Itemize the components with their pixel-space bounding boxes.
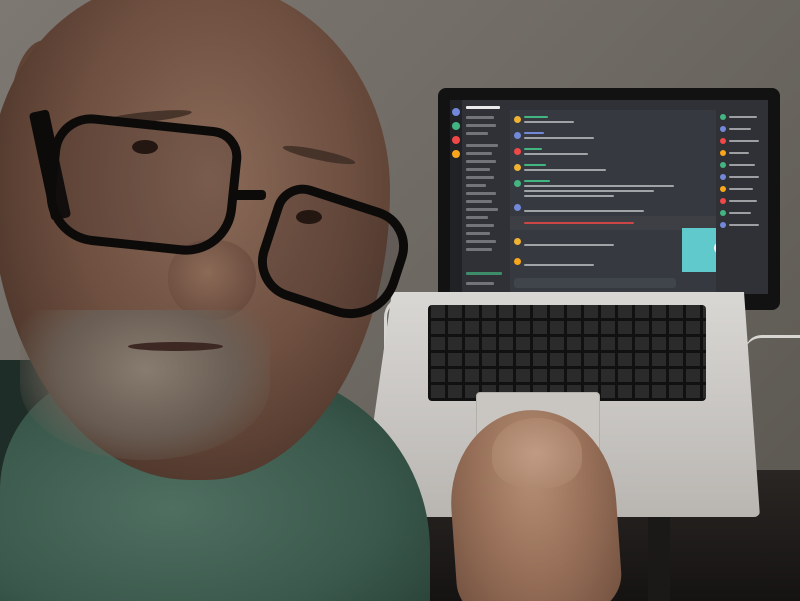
member-name bbox=[729, 200, 757, 202]
message-avatar bbox=[514, 164, 521, 171]
message-text bbox=[524, 190, 654, 192]
member-name bbox=[729, 128, 751, 130]
message-text bbox=[524, 222, 634, 224]
channel-item bbox=[466, 124, 496, 127]
channel-item bbox=[466, 272, 502, 275]
channel-item bbox=[466, 160, 496, 163]
message-text bbox=[524, 195, 614, 197]
message-text bbox=[524, 137, 594, 139]
message-avatar bbox=[514, 132, 521, 139]
message-author bbox=[524, 116, 548, 118]
member-name bbox=[729, 176, 759, 178]
channel-item bbox=[466, 184, 486, 187]
member-name bbox=[729, 212, 751, 214]
channel-item bbox=[466, 200, 492, 203]
grey-beard bbox=[20, 310, 270, 460]
member-avatar bbox=[720, 198, 726, 204]
message-text bbox=[524, 210, 644, 212]
server-icon bbox=[452, 136, 460, 144]
channel-item bbox=[466, 232, 490, 235]
message-text bbox=[524, 244, 614, 246]
member-name bbox=[729, 188, 753, 190]
member-avatar bbox=[720, 174, 726, 180]
power-cable-right bbox=[745, 335, 800, 368]
message-text bbox=[524, 121, 574, 123]
server-icon bbox=[452, 150, 460, 158]
member-avatar bbox=[720, 222, 726, 228]
server-icon bbox=[452, 108, 460, 116]
message-text bbox=[524, 264, 594, 266]
server-sidebar bbox=[450, 100, 462, 294]
message-text bbox=[524, 185, 674, 187]
member-avatar bbox=[720, 186, 726, 192]
member-avatar bbox=[720, 162, 726, 168]
message-author bbox=[524, 148, 542, 150]
member-avatar bbox=[720, 114, 726, 120]
message-avatar bbox=[514, 180, 521, 187]
member-avatar bbox=[720, 150, 726, 156]
server-icon bbox=[452, 122, 460, 130]
channel-item bbox=[466, 208, 498, 211]
laptop-screen bbox=[450, 100, 768, 294]
channel-item bbox=[466, 168, 490, 171]
channel-item bbox=[466, 240, 496, 243]
message-author bbox=[524, 180, 550, 182]
mouth bbox=[128, 342, 223, 351]
selfie-photo bbox=[0, 0, 800, 601]
channel-item bbox=[466, 216, 488, 219]
glasses-bridge bbox=[232, 190, 266, 200]
channel-sidebar bbox=[462, 100, 510, 294]
message-avatar bbox=[514, 238, 521, 245]
message-text bbox=[524, 169, 606, 171]
message-author bbox=[524, 132, 544, 134]
message-avatar bbox=[514, 116, 521, 123]
member-list bbox=[716, 100, 768, 294]
message-avatar bbox=[514, 258, 521, 265]
member-name bbox=[729, 164, 755, 166]
channel-item bbox=[466, 152, 492, 155]
laptop-keyboard bbox=[428, 305, 706, 401]
channel-item bbox=[466, 132, 488, 135]
channel-item bbox=[466, 176, 494, 179]
member-avatar bbox=[720, 210, 726, 216]
member-name bbox=[729, 116, 757, 118]
message-input bbox=[514, 278, 676, 288]
member-name bbox=[729, 224, 759, 226]
glasses-left-lens bbox=[41, 110, 245, 260]
thumbnail-highlight bbox=[492, 418, 582, 488]
message-avatar bbox=[514, 148, 521, 155]
chat-header bbox=[510, 100, 716, 110]
message-text bbox=[524, 153, 588, 155]
member-name bbox=[729, 152, 749, 154]
member-avatar bbox=[720, 126, 726, 132]
channel-item bbox=[466, 224, 494, 227]
channel-item bbox=[466, 106, 500, 109]
member-avatar bbox=[720, 138, 726, 144]
member-name bbox=[729, 140, 759, 142]
channel-item bbox=[466, 144, 498, 147]
channel-item bbox=[466, 192, 496, 195]
channel-item bbox=[466, 116, 494, 119]
message-avatar bbox=[514, 204, 521, 211]
channel-item bbox=[466, 248, 492, 251]
channel-item bbox=[466, 282, 494, 285]
chat-pane bbox=[510, 100, 758, 294]
message-author bbox=[524, 164, 546, 166]
